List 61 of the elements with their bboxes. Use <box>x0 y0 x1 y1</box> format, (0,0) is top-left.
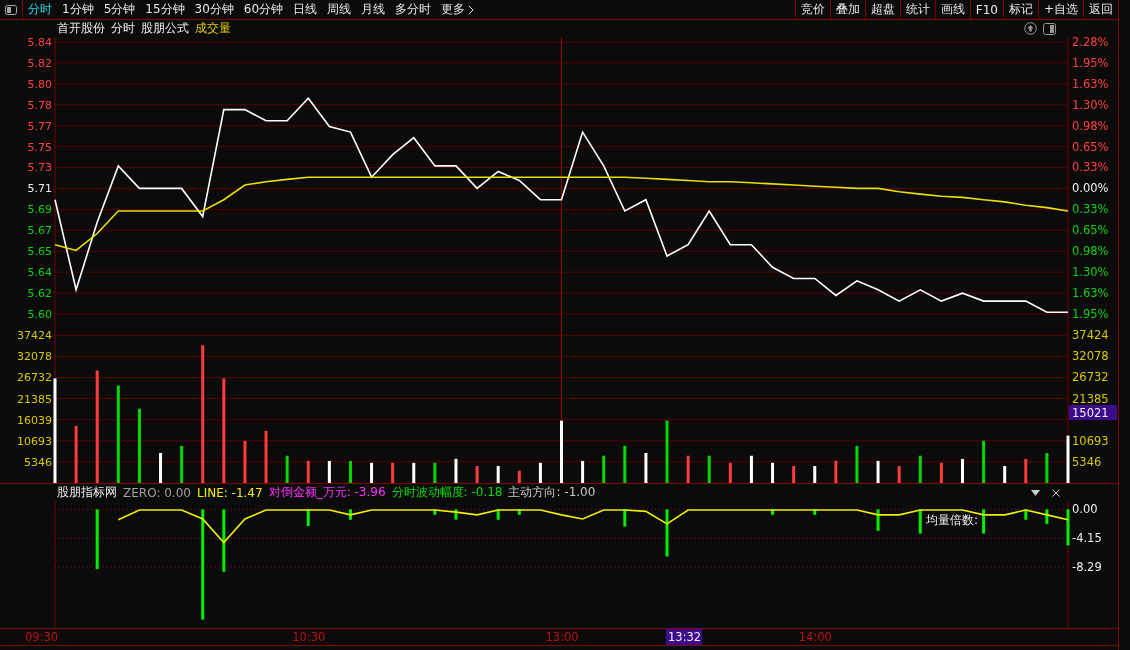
percent-axis-label: 2.28% <box>1072 37 1109 49</box>
percent-axis-label: 0.33% <box>1072 202 1109 217</box>
time-axis-label: 14:00 <box>798 630 832 644</box>
indicator-label: 均量倍数: <box>926 513 979 527</box>
percent-axis-label: 0.65% <box>1072 223 1109 238</box>
time-axis-label: 13:00 <box>545 630 579 644</box>
percent-axis-label: 1.95% <box>1072 55 1109 70</box>
price-axis-label: 5.71 <box>27 182 52 196</box>
percent-axis-label: 0.65% <box>1072 139 1109 154</box>
indicator-title: 股朋指标网 <box>57 484 117 501</box>
indicator-axis-label: -4.15 <box>1072 531 1102 546</box>
percent-axis-label: 0.00% <box>1072 181 1109 196</box>
volume-title: 成交量 <box>195 20 231 37</box>
price-axis-label: 5.73 <box>27 161 52 175</box>
cursor-time-label: 13:32 <box>666 629 702 645</box>
price-axis-label: 5.69 <box>27 203 52 217</box>
volume-axis-label: 32078 <box>1072 349 1109 364</box>
volume-axis-label: 32078 <box>17 350 52 364</box>
price-axis-label: 5.62 <box>27 287 52 301</box>
price-axis-label: 5.67 <box>27 224 52 238</box>
volume-axis-label: 37424 <box>1072 328 1109 343</box>
volume-axis-label: 37424 <box>17 329 52 343</box>
price-axis-label: 5.80 <box>27 77 52 91</box>
price-axis-label: 5.82 <box>27 56 52 70</box>
time-axis-label: 09:30 <box>25 630 59 644</box>
volume-axis-label: 21385 <box>17 392 52 406</box>
volume-axis-label: 26732 <box>17 371 52 385</box>
price-axis-label: 5.77 <box>27 119 52 133</box>
percent-axis-label: 0.98% <box>1072 118 1109 133</box>
price-axis-label: 5.60 <box>27 307 52 321</box>
percent-axis-label: 1.63% <box>1072 286 1109 301</box>
cursor-value-label: 15021 <box>1069 405 1117 420</box>
indicator-readout: 对倒金额_万元: -3.96 <box>268 484 386 501</box>
price-axis-label: 5.75 <box>27 140 52 154</box>
volume-axis-label: 26732 <box>1072 370 1109 385</box>
percent-axis-label: 1.30% <box>1072 265 1109 280</box>
price-axis-label: 5.78 <box>27 98 52 112</box>
percent-axis-label: 0.98% <box>1072 244 1109 259</box>
volume-axis-label: 16039 <box>17 413 52 427</box>
percent-axis-label: 1.63% <box>1072 76 1109 91</box>
indicator-readout: LINE: -1.47 <box>196 485 263 500</box>
volume-axis-label: 10693 <box>17 434 52 448</box>
percent-axis-label: 0.33% <box>1072 160 1109 175</box>
indicator-readout: 主动方向: -1.00 <box>508 484 596 501</box>
percent-axis-label: 1.30% <box>1072 97 1109 112</box>
indicator-axis-label: 0.00 <box>1072 502 1098 517</box>
volume-axis-label: 5346 <box>24 455 52 469</box>
chart-title: 分时 <box>111 20 135 37</box>
indicator-readout: 分时波动幅度: -0.18 <box>391 484 503 501</box>
volume-axis-label: 5346 <box>1072 454 1102 469</box>
chart-title: 首开股份 <box>57 20 105 37</box>
time-axis-label: 10:30 <box>292 630 326 644</box>
volume-axis-label: 10693 <box>1072 433 1109 448</box>
volume-axis-label: 21385 <box>1072 391 1109 406</box>
percent-axis-label: 1.95% <box>1072 306 1109 321</box>
indicator-axis-label: -8.29 <box>1072 559 1102 574</box>
price-axis-label: 5.64 <box>27 266 52 280</box>
price-axis-label: 5.65 <box>27 245 52 259</box>
price-axis-label: 5.84 <box>27 37 52 49</box>
chart-title: 股朋公式 <box>141 20 189 37</box>
indicator-readout: ZERO: 0.00 <box>123 485 191 500</box>
